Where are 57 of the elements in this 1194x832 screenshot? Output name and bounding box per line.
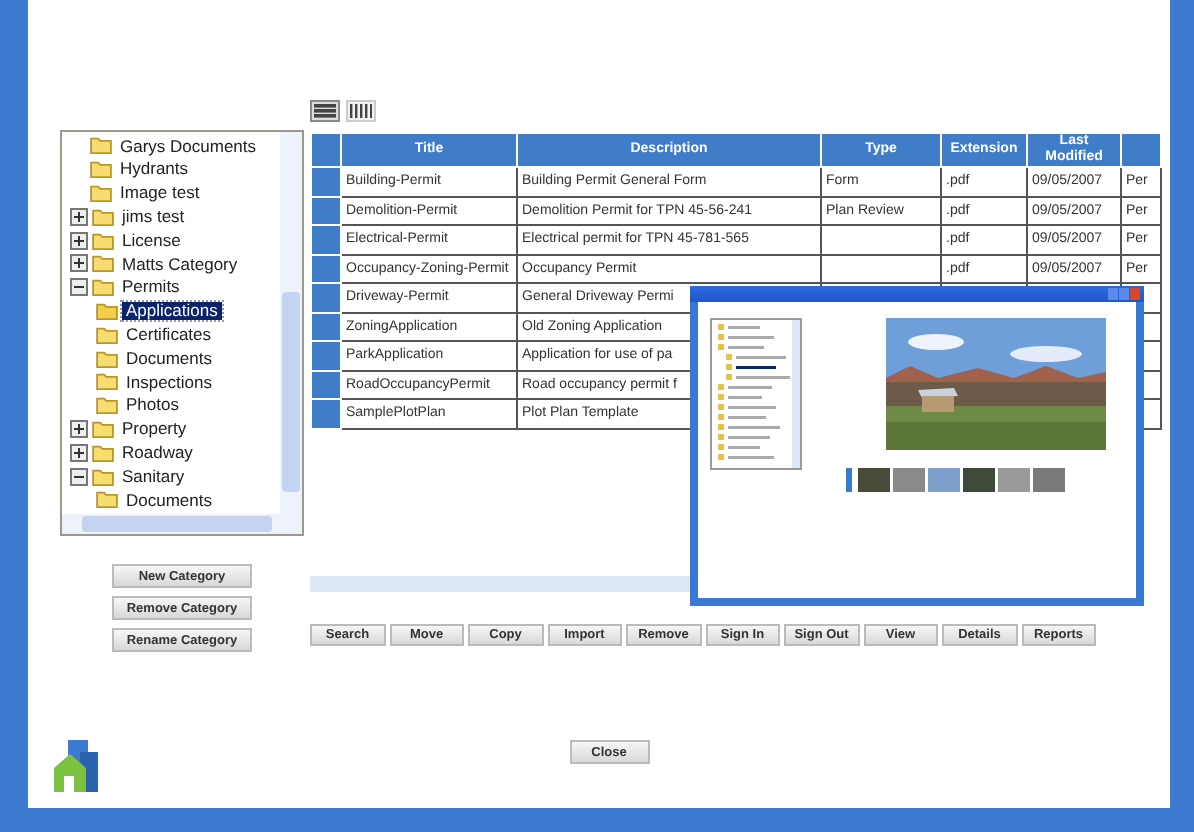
folder-icon: [96, 325, 118, 344]
tree-item[interactable]: License: [118, 231, 185, 249]
folder-icon: [90, 160, 112, 179]
tree-item[interactable]: Inspections: [122, 373, 216, 391]
folder-icon: [96, 349, 118, 368]
folder-icon: [92, 419, 114, 438]
tree-item[interactable]: Image test: [116, 184, 204, 202]
header-cell: [1121, 133, 1161, 167]
folder-icon: [96, 396, 118, 415]
list-view-button[interactable]: [310, 100, 340, 122]
tree-item[interactable]: Roadway: [118, 444, 197, 461]
expand-icon[interactable]: [70, 443, 88, 462]
tree-item[interactable]: Photos: [122, 396, 183, 414]
tree-item[interactable]: Applications: [122, 302, 222, 320]
grid-view-button[interactable]: [346, 100, 376, 122]
expand-icon[interactable]: [70, 207, 88, 226]
folder-icon: [92, 254, 114, 273]
tree-item[interactable]: Hydrants: [116, 160, 193, 178]
row-selector[interactable]: [311, 312, 341, 341]
row-selector[interactable]: [311, 225, 341, 254]
folder-icon: [96, 490, 118, 509]
table-cell: [821, 254, 941, 283]
folder-icon: [96, 301, 118, 320]
tree-item[interactable]: Property: [118, 420, 191, 438]
tree-item[interactable]: Certificates: [122, 326, 216, 344]
folder-icon: [92, 207, 114, 226]
row-selector[interactable]: [311, 370, 341, 399]
expand-icon[interactable]: [70, 254, 88, 273]
tree-item[interactable]: Matts Category: [118, 255, 242, 273]
row-selector[interactable]: [311, 254, 341, 283]
horizontal-scrollbar[interactable]: [62, 514, 302, 534]
expand-icon[interactable]: [70, 419, 88, 438]
folder-icon: [92, 443, 114, 462]
tree-item[interactable]: Documents: [122, 349, 216, 367]
buildings-icon: [52, 736, 100, 796]
tree-item[interactable]: Permits: [118, 278, 184, 296]
folder-icon: [92, 278, 114, 297]
row-selector[interactable]: [311, 167, 341, 196]
header-cell: [311, 133, 341, 167]
folder-icon: [90, 136, 112, 155]
tree-item[interactable]: Documents: [122, 491, 216, 509]
row-selector[interactable]: [311, 283, 341, 312]
folder-icon: [92, 231, 114, 250]
collapse-icon[interactable]: [70, 278, 88, 297]
folder-icon: [90, 183, 112, 202]
row-selector[interactable]: [311, 341, 341, 370]
collapse-icon[interactable]: [70, 467, 88, 486]
tree-item[interactable]: Sanitary: [118, 467, 189, 485]
row-selector[interactable]: [311, 196, 341, 225]
row-selector[interactable]: [311, 399, 341, 428]
folder-icon: [96, 372, 118, 391]
expand-icon[interactable]: [70, 231, 88, 250]
tree-item[interactable]: Garys Documents: [116, 137, 261, 155]
tree-item[interactable]: jims test: [118, 208, 189, 226]
table-cell: [821, 225, 941, 254]
vertical-scrollbar[interactable]: [280, 132, 302, 514]
folder-icon: [92, 467, 114, 486]
